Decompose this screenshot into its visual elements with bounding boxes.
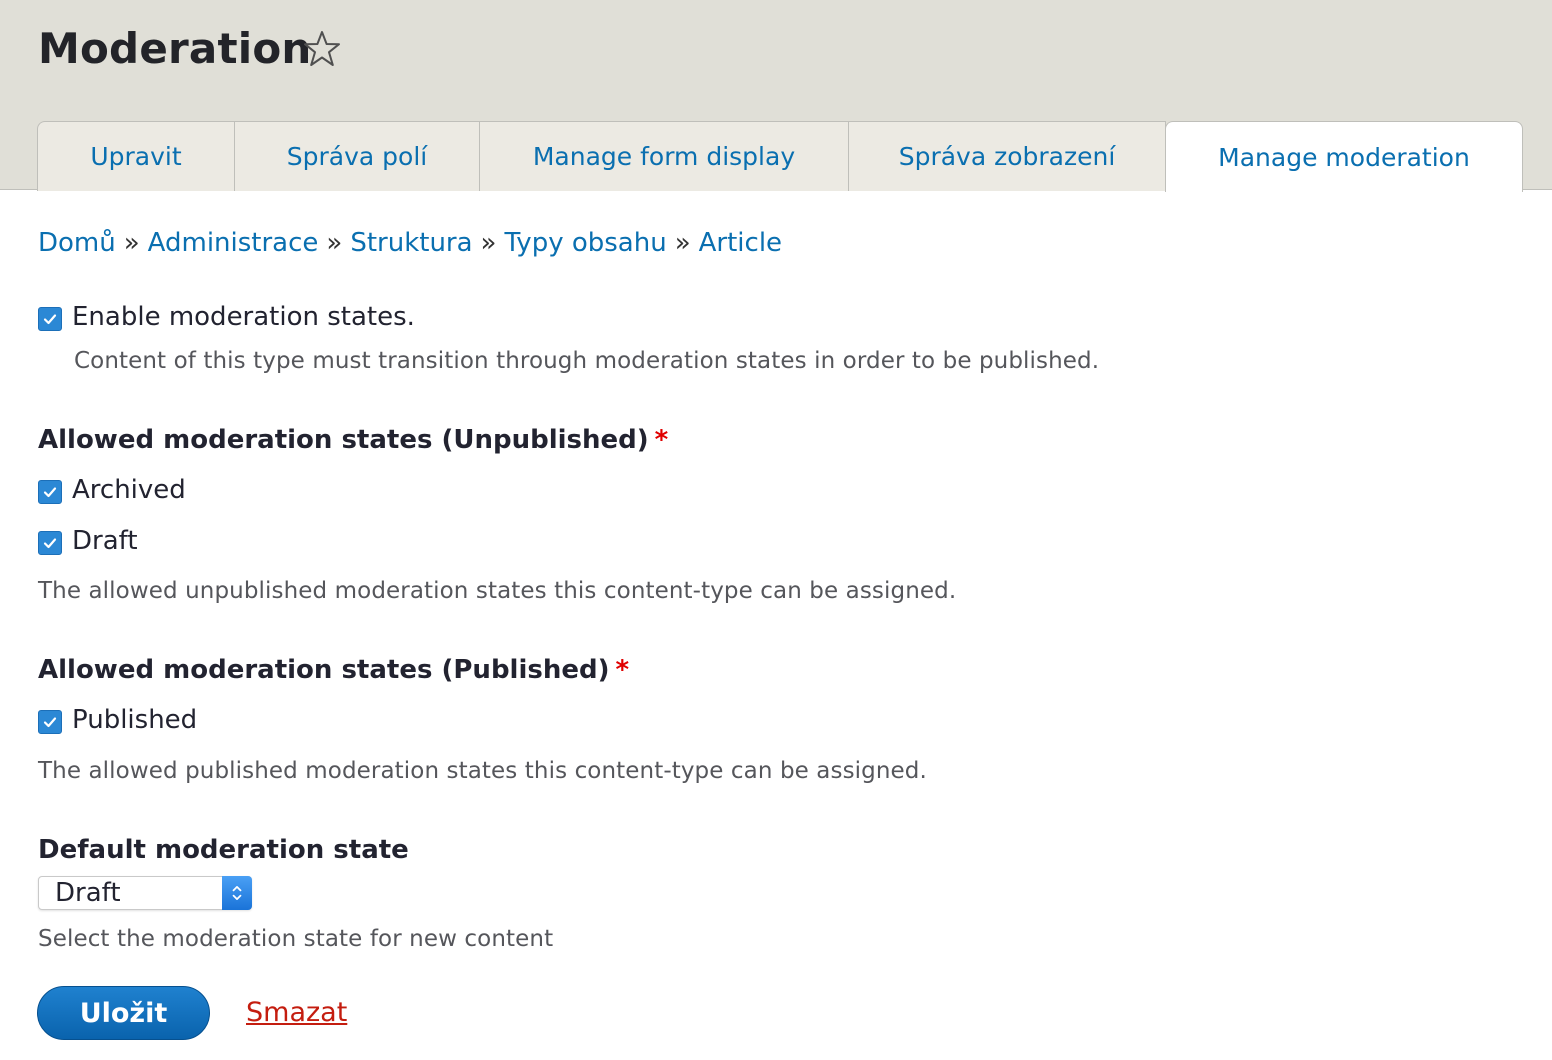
- tab-sprava-poli[interactable]: Správa polí: [234, 121, 480, 191]
- published-states-description: The allowed published moderation states …: [38, 758, 927, 784]
- check-icon: [43, 314, 57, 325]
- page-title: Moderation: [38, 24, 312, 73]
- breadcrumb-separator: »: [123, 228, 140, 258]
- draft-label[interactable]: Draft: [72, 526, 138, 556]
- published-checkbox[interactable]: [38, 710, 62, 734]
- tab-sprava-zobrazeni[interactable]: Správa zobrazení: [848, 121, 1166, 191]
- up-down-chevron-icon: [222, 876, 252, 910]
- breadcrumb-link-structure[interactable]: Struktura: [350, 228, 472, 258]
- check-icon: [43, 487, 57, 498]
- enable-moderation-label[interactable]: Enable moderation states.: [72, 302, 415, 332]
- tab-label: Upravit: [90, 142, 182, 171]
- unpublished-states-title-text: Allowed moderation states (Unpublished): [38, 425, 649, 455]
- breadcrumb-separator: »: [326, 228, 343, 258]
- tab-manage-moderation[interactable]: Manage moderation: [1165, 121, 1523, 192]
- tab-manage-form-display[interactable]: Manage form display: [479, 121, 849, 191]
- tab-upravit[interactable]: Upravit: [37, 121, 235, 191]
- unpublished-states-description: The allowed unpublished moderation state…: [38, 578, 957, 604]
- draft-checkbox[interactable]: [38, 531, 62, 555]
- archived-label[interactable]: Archived: [72, 475, 186, 505]
- tab-label: Správa zobrazení: [898, 142, 1116, 171]
- star-icon[interactable]: [302, 29, 342, 69]
- breadcrumb-link-administration[interactable]: Administrace: [148, 228, 319, 258]
- delete-link[interactable]: Smazat: [246, 997, 347, 1028]
- breadcrumb-link-content-types[interactable]: Typy obsahu: [504, 228, 666, 258]
- default-state-description: Select the moderation state for new cont…: [38, 926, 554, 952]
- check-icon: [43, 538, 57, 549]
- default-state-select[interactable]: Draft: [38, 876, 252, 910]
- tab-label: Manage form display: [532, 142, 796, 171]
- published-label[interactable]: Published: [72, 705, 197, 735]
- published-states-title-text: Allowed moderation states (Published): [38, 655, 610, 685]
- unpublished-states-title: Allowed moderation states (Unpublished) *: [38, 425, 668, 455]
- default-state-title: Default moderation state: [38, 835, 409, 865]
- check-icon: [43, 717, 57, 728]
- tab-label: Manage moderation: [1218, 142, 1470, 172]
- required-marker: *: [654, 425, 669, 455]
- breadcrumb-link-article[interactable]: Article: [699, 228, 782, 258]
- breadcrumb-separator: »: [674, 228, 691, 258]
- enable-moderation-checkbox[interactable]: [38, 307, 62, 331]
- archived-checkbox[interactable]: [38, 480, 62, 504]
- enable-moderation-description: Content of this type must transition thr…: [74, 348, 1100, 374]
- breadcrumb-separator: »: [480, 228, 497, 258]
- tab-label: Správa polí: [286, 142, 428, 171]
- published-states-title: Allowed moderation states (Published) *: [38, 655, 629, 685]
- save-button[interactable]: Uložit: [37, 986, 210, 1040]
- default-state-selected-value: Draft: [55, 878, 121, 908]
- page-header: Moderation Upravit Správa polí Manage fo…: [0, 0, 1552, 192]
- breadcrumb: Domů» Administrace» Struktura» Typy obsahu»…: [38, 228, 782, 258]
- breadcrumb-link-home[interactable]: Domů: [38, 228, 116, 258]
- required-marker: *: [615, 655, 630, 685]
